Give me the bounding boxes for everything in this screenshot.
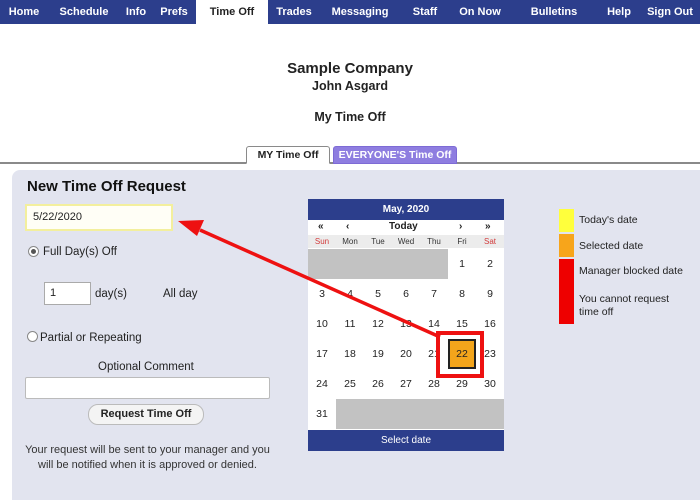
date-picker-calendar: May, 2020 « ‹ Today › » Sun Mon Tue Wed Thu F… xyxy=(308,199,504,451)
nav-staff[interactable]: Staff xyxy=(400,0,450,24)
calendar-day-21[interactable]: 21 xyxy=(420,339,448,369)
calendar-day-2[interactable]: 2 xyxy=(476,249,504,279)
calendar-day-11[interactable]: 11 xyxy=(336,309,364,339)
legend-today: Today's date xyxy=(579,214,638,226)
date-field[interactable]: 5/22/2020 xyxy=(25,204,173,231)
comment-field[interactable] xyxy=(25,377,270,399)
calendar-day-19[interactable]: 19 xyxy=(364,339,392,369)
nav-schedule[interactable]: Schedule xyxy=(48,0,120,24)
full-day-label: Full Day(s) Off xyxy=(43,246,117,258)
calendar-day-6[interactable]: 6 xyxy=(392,279,420,309)
days-unit-label: day(s) xyxy=(95,288,127,300)
calendar-day-25[interactable]: 25 xyxy=(336,369,364,399)
calendar-day-17[interactable]: 17 xyxy=(308,339,336,369)
tab-everyones-time-off[interactable]: EVERYONE'S Time Off xyxy=(333,146,457,164)
calendar-blank-cell xyxy=(392,399,420,429)
calendar-day-13[interactable]: 13 xyxy=(392,309,420,339)
partial-repeating-label: Partial or Repeating xyxy=(40,332,142,344)
full-day-radio[interactable] xyxy=(28,246,39,257)
request-time-off-button[interactable]: Request Time Off xyxy=(88,404,204,425)
days-of-week-row: Sun Mon Tue Wed Thu Fri Sat xyxy=(308,235,504,248)
nav-trades[interactable]: Trades xyxy=(268,0,320,24)
top-nav: Home Schedule Info Prefs Time Off Trades Messa… xyxy=(0,0,700,24)
nav-prefs[interactable]: Prefs xyxy=(152,0,196,24)
calendar-day-26[interactable]: 26 xyxy=(364,369,392,399)
calendar-day-18[interactable]: 18 xyxy=(336,339,364,369)
prev-month-button[interactable]: ‹ xyxy=(346,220,349,234)
days-count-field[interactable]: 1 xyxy=(44,282,91,305)
calendar-day-8[interactable]: 8 xyxy=(448,279,476,309)
calendar-blank-cell xyxy=(308,249,336,279)
next-month-button[interactable]: › xyxy=(459,220,462,234)
calendar-month-title: May, 2020 xyxy=(308,199,504,220)
company-name: Sample Company xyxy=(287,60,413,77)
request-notice: Your request will be sent to your manage… xyxy=(25,444,270,471)
calendar-blank-cell xyxy=(392,249,420,279)
calendar-day-1[interactable]: 1 xyxy=(448,249,476,279)
calendar-blank-cell xyxy=(420,399,448,429)
dow-thu: Thu xyxy=(420,235,448,248)
tab-my-time-off[interactable]: MY Time Off xyxy=(246,146,330,164)
dow-fri: Fri xyxy=(448,235,476,248)
nav-info[interactable]: Info xyxy=(120,0,152,24)
user-name: John Asgard xyxy=(312,79,388,93)
legend-blocked: Manager blocked date xyxy=(579,265,683,277)
dow-tue: Tue xyxy=(364,235,392,248)
nav-bulletins[interactable]: Bulletins xyxy=(510,0,598,24)
calendar-day-29[interactable]: 29 xyxy=(448,369,476,399)
nav-messaging[interactable]: Messaging xyxy=(320,0,400,24)
calendar-day-28[interactable]: 28 xyxy=(420,369,448,399)
calendar-day-12[interactable]: 12 xyxy=(364,309,392,339)
nav-time-off[interactable]: Time Off xyxy=(196,0,268,24)
calendar-blank-cell xyxy=(364,399,392,429)
calendar-blank-cell xyxy=(476,399,504,429)
page-title: My Time Off xyxy=(314,110,386,124)
calendar-day-4[interactable]: 4 xyxy=(336,279,364,309)
comment-label: Optional Comment xyxy=(98,361,194,373)
calendar-day-3[interactable]: 3 xyxy=(308,279,336,309)
calendar-day-31[interactable]: 31 xyxy=(308,399,336,429)
nav-sign-out[interactable]: Sign Out xyxy=(640,0,700,24)
dow-mon: Mon xyxy=(336,235,364,248)
calendar-day-24[interactable]: 24 xyxy=(308,369,336,399)
dow-wed: Wed xyxy=(392,235,420,248)
select-date-button[interactable]: Select date xyxy=(308,430,504,451)
calendar-day-20[interactable]: 20 xyxy=(392,339,420,369)
prev-year-button[interactable]: « xyxy=(318,220,324,234)
calendar-day-5[interactable]: 5 xyxy=(364,279,392,309)
calendar-day-27[interactable]: 27 xyxy=(392,369,420,399)
calendar-blank-cell xyxy=(336,249,364,279)
nav-home[interactable]: Home xyxy=(0,0,48,24)
calendar-day-9[interactable]: 9 xyxy=(476,279,504,309)
form-title: New Time Off Request xyxy=(27,178,186,195)
dow-sun: Sun xyxy=(308,235,336,248)
legend-blocked-note: You cannot request time off xyxy=(579,293,670,318)
calendar-day-14[interactable]: 14 xyxy=(420,309,448,339)
calendar-day-10[interactable]: 10 xyxy=(308,309,336,339)
nav-help[interactable]: Help xyxy=(598,0,640,24)
selected-swatch xyxy=(559,234,574,257)
today-button[interactable]: Today xyxy=(389,220,418,234)
calendar-nav: « ‹ Today › » xyxy=(308,220,504,234)
blocked-swatch xyxy=(559,259,574,324)
calendar-blank-cell xyxy=(336,399,364,429)
calendar-blank-cell xyxy=(420,249,448,279)
legend-selected: Selected date xyxy=(579,240,644,252)
today-swatch xyxy=(559,209,574,232)
dow-sat: Sat xyxy=(476,235,504,248)
all-day-label: All day xyxy=(163,288,198,300)
next-year-button[interactable]: » xyxy=(485,220,491,234)
calendar-day-15[interactable]: 15 xyxy=(448,309,476,339)
nav-on-now[interactable]: On Now xyxy=(450,0,510,24)
calendar-day-30[interactable]: 30 xyxy=(476,369,504,399)
calendar-day-23[interactable]: 23 xyxy=(476,339,504,369)
calendar-blank-cell xyxy=(448,399,476,429)
calendar-day-7[interactable]: 7 xyxy=(420,279,448,309)
calendar-day-16[interactable]: 16 xyxy=(476,309,504,339)
calendar-day-22[interactable]: 22 xyxy=(448,339,476,369)
partial-repeating-radio[interactable] xyxy=(27,331,38,342)
calendar-blank-cell xyxy=(364,249,392,279)
